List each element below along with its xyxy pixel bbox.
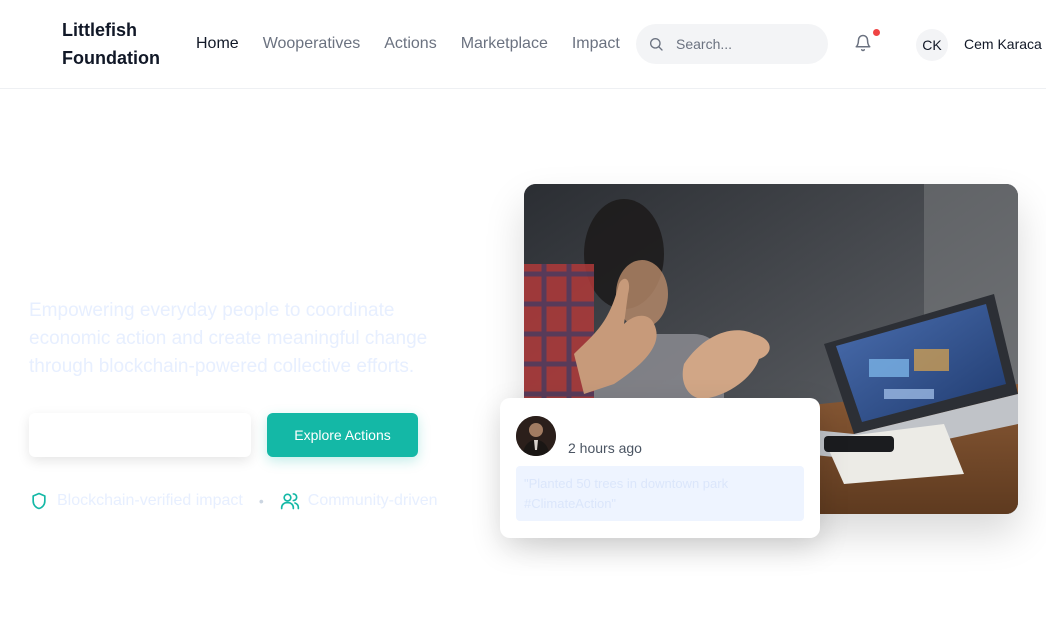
- activity-timestamp: 2 hours ago: [568, 440, 642, 456]
- user-name[interactable]: Cem Karaca: [964, 36, 1042, 52]
- search-box: [636, 24, 828, 64]
- nav-item-wooperatives[interactable]: Wooperatives: [263, 33, 361, 57]
- feature-list: Blockchain-verified impact • Community-d…: [29, 490, 438, 512]
- top-nav-bar: Littlefish Foundation Home Wooperatives …: [0, 0, 1046, 89]
- users-icon: [280, 493, 299, 510]
- main-nav: Home Wooperatives Actions Marketplace Im…: [196, 33, 644, 57]
- feature-blockchain-verified: Blockchain-verified impact: [29, 491, 243, 511]
- activity-card: 2 hours ago "Planted 50 trees in downtow…: [500, 398, 820, 538]
- nav-item-actions[interactable]: Actions: [384, 33, 436, 57]
- shield-icon: [32, 492, 46, 510]
- notifications-button[interactable]: [854, 29, 880, 55]
- search-input[interactable]: [676, 36, 816, 52]
- user-avatar[interactable]: CK: [916, 29, 948, 61]
- search-icon: [650, 38, 663, 51]
- feature-community-driven: Community-driven: [280, 491, 438, 511]
- nav-item-impact[interactable]: Impact: [572, 33, 620, 57]
- activity-author-avatar[interactable]: [516, 416, 556, 456]
- brand-logo-text[interactable]: Littlefish Foundation: [62, 16, 172, 72]
- nav-item-home[interactable]: Home: [196, 33, 239, 57]
- bell-icon: [855, 34, 871, 52]
- feature-label: Community-driven: [307, 492, 438, 509]
- primary-cta-button[interactable]: [29, 413, 251, 457]
- feature-separator: •: [258, 493, 264, 509]
- notification-badge-dot: [873, 29, 880, 36]
- feature-label: Blockchain-verified impact: [57, 492, 243, 509]
- hero-tagline: Empowering everyday people to coordinate…: [29, 300, 428, 377]
- activity-text: "Planted 50 trees in downtown park #Clim…: [516, 466, 804, 521]
- nav-item-marketplace[interactable]: Marketplace: [461, 33, 548, 57]
- explore-actions-button[interactable]: Explore Actions: [267, 413, 418, 457]
